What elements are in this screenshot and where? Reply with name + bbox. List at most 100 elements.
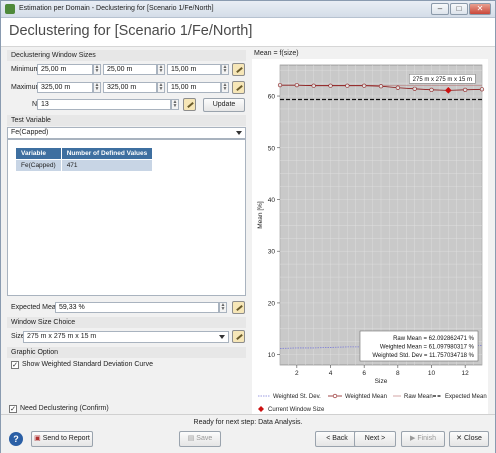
help-icon[interactable]: ? bbox=[9, 432, 23, 446]
send-to-report-label: Send to Report bbox=[42, 435, 90, 442]
save-button[interactable]: ▤ Save bbox=[179, 431, 221, 447]
show-weighted-label: Show Weighted Standard Deviation Curve bbox=[22, 361, 154, 368]
chart-panel: Mean = f(size) 10 20 30 40 50 60 2 4 6 8 10 12 Size M… bbox=[252, 50, 488, 414]
window: Estimation per Domain - Declustering for… bbox=[0, 0, 496, 453]
graphic-option-section-label: Graphic Option bbox=[7, 347, 246, 358]
weighted-mean-point bbox=[362, 83, 367, 88]
y-tick-label: 30 bbox=[268, 249, 276, 256]
y-tick-label: 20 bbox=[268, 300, 276, 307]
minimum-z-spinner[interactable]: ▲ ▼ bbox=[221, 64, 229, 75]
report-icon: ▣ bbox=[34, 435, 41, 442]
weighted-mean-point bbox=[328, 83, 333, 88]
weighted-mean-point bbox=[378, 84, 384, 89]
close-window-button[interactable]: ✕ bbox=[469, 3, 491, 15]
weighted-mean-point bbox=[429, 87, 434, 92]
legend-marker-weighted-mean bbox=[332, 393, 338, 399]
x-axis-label: Size bbox=[375, 378, 388, 385]
minimum-y-spinner[interactable]: ▲ ▼ bbox=[157, 64, 165, 75]
save-label: Save bbox=[196, 435, 213, 442]
maximum-x-spinner[interactable]: ▲ ▼ bbox=[93, 82, 101, 93]
page-title: Declustering for [Scenario 1/Fe/North] bbox=[9, 23, 253, 39]
n-picker-icon[interactable] bbox=[183, 98, 196, 111]
variable-table: Variable Number of Defined Values Fe(Cap… bbox=[15, 147, 154, 172]
table-row[interactable]: Fe(Capped) 471 bbox=[15, 159, 154, 172]
finish-button[interactable]: ▶ Finish bbox=[401, 431, 445, 447]
send-to-report-button[interactable]: ▣ Send to Report bbox=[31, 431, 93, 447]
maximum-y-field[interactable]: 325,00 m bbox=[103, 82, 157, 93]
window-size-select[interactable]: 275 m x 275 m x 15 m bbox=[23, 331, 229, 343]
weighted-mean-point bbox=[463, 87, 468, 92]
n-field[interactable]: 13 bbox=[37, 99, 171, 110]
column-header-defined-values: Number of Defined Values bbox=[60, 147, 154, 160]
weighted-mean-point bbox=[311, 83, 316, 88]
finish-label: Finish bbox=[417, 435, 437, 442]
maximum-y-spinner[interactable]: ▲ ▼ bbox=[157, 82, 165, 93]
x-tick-label: 2 bbox=[295, 370, 299, 377]
test-variable-section-label: Test Variable bbox=[7, 115, 246, 126]
table-cell-count: 471 bbox=[60, 159, 154, 172]
test-variable-selected: Fe(Capped) bbox=[11, 129, 49, 136]
y-tick-label: 60 bbox=[268, 94, 276, 101]
next-button[interactable]: Next > bbox=[354, 431, 396, 447]
maximum-picker-icon[interactable] bbox=[232, 81, 245, 94]
show-weighted-checkbox[interactable]: ✓ bbox=[11, 361, 19, 369]
legend-label-weighted-mean: Weighted Mean bbox=[345, 394, 387, 400]
minimum-y-field[interactable]: 25,00 m bbox=[103, 64, 157, 75]
update-button[interactable]: Update bbox=[203, 98, 245, 112]
x-tick-label: 8 bbox=[396, 370, 400, 377]
need-declustering-checkbox[interactable]: ✓ bbox=[9, 405, 17, 413]
legend-label-current-window: Current Window Size bbox=[268, 407, 325, 413]
weighted-mean-point bbox=[479, 87, 485, 92]
expected-mean-field[interactable]: 59,33 % bbox=[55, 302, 219, 313]
n-spinner[interactable]: ▲ ▼ bbox=[171, 99, 179, 110]
y-tick-label: 10 bbox=[268, 352, 276, 359]
maximum-z-field[interactable]: 15,00 m bbox=[167, 82, 221, 93]
minimize-button[interactable]: – bbox=[431, 3, 449, 15]
close-label: Close bbox=[463, 435, 482, 442]
test-variable-select[interactable]: Fe(Capped) bbox=[7, 127, 246, 139]
stats-line: Raw Mean = 62.092862471 % bbox=[393, 336, 475, 342]
maximum-z-spinner[interactable]: ▲ ▼ bbox=[221, 82, 229, 93]
variable-table-container: Variable Number of Defined Values Fe(Cap… bbox=[7, 139, 246, 296]
expected-mean-spinner[interactable]: ▲ ▼ bbox=[219, 302, 227, 313]
maximize-button[interactable]: □ bbox=[450, 3, 468, 15]
weighted-mean-point bbox=[412, 86, 417, 91]
maximum-x-field[interactable]: 325,00 m bbox=[37, 82, 93, 93]
finish-icon: ▶ bbox=[409, 435, 416, 442]
page-header: Declustering for [Scenario 1/Fe/North] bbox=[1, 18, 495, 47]
minimum-x-field[interactable]: 25,00 m bbox=[37, 64, 93, 75]
weighted-mean-point bbox=[294, 83, 299, 88]
close-button[interactable]: ✕ Close bbox=[449, 431, 489, 447]
stats-line: Weighted Std. Dev = 11.757034718 % bbox=[372, 353, 474, 359]
y-axis-label: Mean [%] bbox=[257, 201, 264, 229]
left-panel: Declustering Window Sizes Minimum 25,00 … bbox=[7, 50, 246, 413]
footer: Ready for next step: Data Analysis. ? ▣ … bbox=[1, 414, 495, 453]
x-tick-label: 6 bbox=[362, 370, 366, 377]
weighted-mean-point bbox=[345, 83, 350, 88]
weighted-mean-point bbox=[395, 85, 400, 90]
close-icon: ✕ bbox=[456, 435, 462, 442]
legend-label-expected-mean: Expected Mean bbox=[445, 394, 487, 400]
y-tick-label: 40 bbox=[268, 197, 276, 204]
minimum-z-field[interactable]: 15,00 m bbox=[167, 64, 221, 75]
declustering-section-label: Declustering Window Sizes bbox=[7, 50, 246, 61]
window-title: Estimation per Domain - Declustering for… bbox=[19, 5, 214, 12]
minimum-x-spinner[interactable]: ▲ ▼ bbox=[93, 64, 101, 75]
minimum-picker-icon[interactable] bbox=[232, 63, 245, 76]
stats-line: Weighted Mean = 61.097980317 % bbox=[380, 345, 475, 351]
mean-size-chart: 10 20 30 40 50 60 2 4 6 8 10 12 Size Mean [%] 275 m x … bbox=[252, 59, 488, 414]
app-icon bbox=[5, 4, 15, 14]
back-button[interactable]: < Back bbox=[315, 431, 359, 447]
save-icon: ▤ bbox=[187, 435, 195, 442]
column-header-variable: Variable bbox=[15, 147, 62, 160]
legend-label-raw-mean: Raw Mean bbox=[404, 394, 433, 400]
minimum-label: Minimum bbox=[11, 66, 40, 73]
x-tick-label: 4 bbox=[329, 370, 333, 377]
window-size-picker-icon[interactable] bbox=[232, 330, 245, 343]
weighted-mean-point bbox=[277, 83, 283, 88]
expected-mean-picker-icon[interactable] bbox=[232, 301, 245, 314]
chevron-down-icon bbox=[219, 335, 225, 339]
window-size-section-label: Window Size Choice bbox=[7, 317, 246, 328]
legend-label-weighted-st-dev: Weighted St. Dev. bbox=[273, 394, 321, 400]
expected-mean-label: Expected Mean bbox=[11, 304, 60, 311]
